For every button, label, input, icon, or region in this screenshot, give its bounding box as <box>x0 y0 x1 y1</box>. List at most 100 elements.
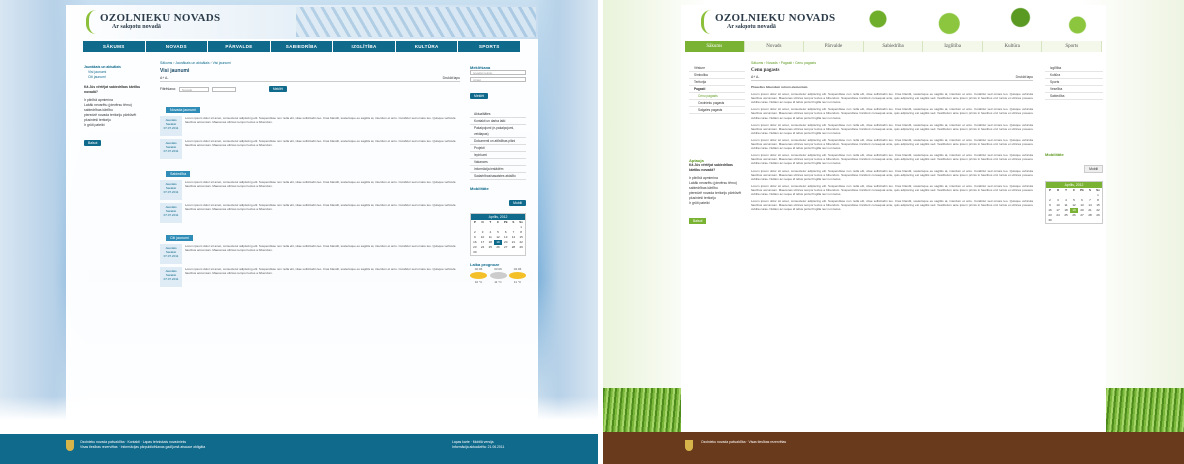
sun-icon <box>509 272 526 279</box>
breadcrumb[interactable]: Sākums › Novads › Pagasti › Cenu pagasts <box>751 61 1033 66</box>
right-tree-decoration <box>532 0 598 440</box>
coat-of-arms-icon <box>685 440 693 451</box>
search-input[interactable]: Ievadiet tekstu <box>470 70 526 75</box>
vote-button[interactable]: Balsot <box>84 140 102 146</box>
nav-item[interactable]: Sports <box>1042 41 1103 52</box>
section-heading: Novada jaunumi <box>166 107 200 113</box>
news-item[interactable]: Jaunāks Sarakst 07.07.2011 Lorem ipsum do… <box>160 116 460 136</box>
mobile-button[interactable]: Mobili <box>1084 165 1103 173</box>
search-button[interactable]: Meklēt <box>470 93 488 99</box>
nav-item[interactable]: Sabiedrība <box>863 41 924 52</box>
site-title[interactable]: OZOLNIEKU NOVADS <box>715 12 835 24</box>
site-title[interactable]: OZOLNIEKU NOVADS <box>100 12 220 24</box>
print-link[interactable]: Drukāt lapu <box>443 76 460 81</box>
nav-item[interactable]: Novads <box>744 41 805 52</box>
weather-day: 04.06 11 °C <box>509 267 526 284</box>
calendar-day[interactable]: 30 <box>1046 218 1054 223</box>
calendar-day[interactable]: 27 <box>502 245 510 250</box>
quick-menu: Aktualitātes Kontakti un darba laiki Pak… <box>470 111 526 180</box>
filter-button[interactable]: Meklēt <box>268 86 287 92</box>
nav-item[interactable]: SĀKUMS <box>83 41 146 52</box>
submenu-item[interactable]: Salgales pagasts <box>689 107 745 114</box>
nav-item[interactable]: Izglītība <box>923 41 983 52</box>
menu-item[interactable]: Vakances <box>470 159 526 166</box>
menu-item[interactable]: Informācija iestādēm <box>470 166 526 173</box>
search-input-2[interactable]: Atrast <box>470 77 526 82</box>
calendar-day[interactable]: 29 <box>517 245 525 250</box>
nav-item[interactable]: Kultūra <box>982 41 1043 52</box>
calendar-grid[interactable]: P O T C Pk S Sv 1 2 3 4 5 6 7 8 9 10 11 12 13 14 15 16 17 18 19 20… <box>1046 188 1102 223</box>
news-item[interactable]: Jaunāks Sarakst 07.07.2011 Lorem ipsum do… <box>160 244 460 264</box>
menu-item[interactable]: Sadarbības/sasaistes atdalīto <box>470 173 526 180</box>
calendar-day[interactable]: 29 <box>1094 213 1102 218</box>
mobile-button[interactable]: Mobili <box>509 200 526 206</box>
calendar: Aprīlis, 2012 P O T C Pk S Sv 1 2 3 4 5 6 7 8 9 10 11 12 13… <box>1045 181 1103 224</box>
menu-item[interactable]: Aktualitātes <box>470 111 526 118</box>
logo-icon[interactable] <box>86 10 96 34</box>
poll-option[interactable]: pieredzē novada teritoriju pārbūvēt plus… <box>84 113 146 123</box>
calendar-day[interactable]: 26 <box>1070 213 1078 218</box>
filter-date[interactable] <box>211 86 236 92</box>
news-item[interactable]: Jaunāks Sarakst 07.07.2011 Lorem ipsum do… <box>160 203 460 223</box>
calendar-day[interactable]: 25 <box>486 245 494 250</box>
nav-item[interactable]: NOVADS <box>145 41 209 52</box>
menu-item[interactable]: Kultūra <box>1045 72 1103 79</box>
left-sidebar: Vēsture Simbolika Teritorija Pagasti Cen… <box>689 65 745 227</box>
winter-theme-preview: Ozolnieku novada pašvaldība · Kontakti ·… <box>0 0 598 464</box>
calendar-day[interactable]: 27 <box>1078 213 1086 218</box>
poll-option[interactable]: Labāk nevarētu (pievērsu tēmu) sabiedrīb… <box>84 103 146 113</box>
poll-option[interactable]: Ir grūti pateikt <box>84 123 146 128</box>
news-item[interactable]: Jaunāks Sarakst 07.07.2011 Lorem ipsum do… <box>160 139 460 159</box>
menu-item[interactable]: Iepirkumi <box>470 152 526 159</box>
nav-item[interactable]: Pārvalde <box>804 41 864 52</box>
poll-option[interactable]: pieredzē novada teritoriju pārbūvēt plus… <box>689 191 745 201</box>
submenu-item[interactable]: Ozolnieku pagasts <box>689 100 745 107</box>
menu-item[interactable]: Dokumenti un attīstības plāni <box>470 138 526 145</box>
nav-item[interactable]: SPORTS <box>458 41 522 52</box>
calendar-day[interactable]: 24 <box>479 245 487 250</box>
font-size-tools[interactable]: A+ A- <box>160 76 168 81</box>
page-title: Visi jaunumi <box>160 68 190 74</box>
sidebar-link[interactable]: Citi jaunumi <box>84 75 146 80</box>
calendar-day[interactable]: 25 <box>1062 213 1070 218</box>
menu-item[interactable]: Kontakti un darba laiki <box>470 118 526 125</box>
nav-item[interactable]: PĀRVALDE <box>208 41 271 52</box>
calendar-day[interactable]: 26 <box>494 245 502 250</box>
font-size-tools[interactable]: A+ A- <box>751 75 759 80</box>
news-text: Lorem ipsum dolor sit amet, consectetur … <box>185 244 456 252</box>
submenu-item[interactable]: Cenu pagasts <box>689 93 745 100</box>
menu-item[interactable]: Sports <box>1045 79 1103 86</box>
calendar-day[interactable]: 30 <box>471 250 479 255</box>
vote-button[interactable]: Balsot <box>689 218 707 224</box>
paragraph: Lorem ipsum dolor sit amet, consectetur … <box>751 153 1033 166</box>
poll-option[interactable]: Ir grūti pateikt <box>689 201 745 206</box>
menu-item[interactable]: Pagasti <box>689 86 745 93</box>
print-link[interactable]: Drukāt lapu <box>1016 75 1033 80</box>
footer-links[interactable]: Lapas karte · Mobilā versija Informācija… <box>452 440 504 450</box>
menu-item[interactable]: Veselība <box>1045 86 1103 93</box>
menu-item[interactable]: Projekti <box>470 145 526 152</box>
menu-item[interactable]: Teritorija <box>689 79 745 86</box>
nav-item[interactable]: IZGLĪTĪBA <box>333 41 396 52</box>
calendar-day[interactable]: 28 <box>1086 213 1094 218</box>
menu-item[interactable]: Sabiedība <box>1045 93 1103 100</box>
nav-item[interactable]: Sākums <box>685 41 745 52</box>
menu-item[interactable]: Pakalpojumi (e-pakalpojumi, veidlapas) <box>470 125 526 138</box>
filter-select[interactable]: Novads <box>178 86 209 92</box>
poll-option[interactable]: Labāk nevarētu (pievērsu tēmu) sabiedrīb… <box>689 181 745 191</box>
news-item[interactable]: Jaunāks Sarakst 07.07.2011 Lorem ipsum do… <box>160 267 460 287</box>
calendar-day[interactable]: 28 <box>510 245 518 250</box>
menu-item[interactable]: Simbolika <box>689 72 745 79</box>
nav-item[interactable]: SABIEDRĪBA <box>270 41 334 52</box>
logo-icon[interactable] <box>701 10 711 34</box>
nav-item[interactable]: KULTŪRA <box>395 41 459 52</box>
menu-item[interactable]: Vēsture <box>689 65 745 72</box>
paragraph: Lorem ipsum dolor sit amet, consectetur … <box>751 183 1033 196</box>
menu-item[interactable]: Izglītība <box>1045 65 1103 72</box>
calendar-day[interactable]: 24 <box>1054 213 1062 218</box>
calendar-grid[interactable]: P O T C Pk S Sv 1 2 3 4 5 6 7 8 9 10 11 12 13 14 15 16 17 18 19 20… <box>471 220 525 255</box>
leaves-decoration <box>821 7 1106 37</box>
poll-question: Kā Jūs vērtējat sabiedrības kārtību nova… <box>689 163 733 172</box>
breadcrumb[interactable]: Sākums › Jaunākais un aktuālais › Visi j… <box>160 61 460 66</box>
news-item[interactable]: Jaunāks Sarakst 07.07.2011 Lorem ipsum do… <box>160 180 460 200</box>
